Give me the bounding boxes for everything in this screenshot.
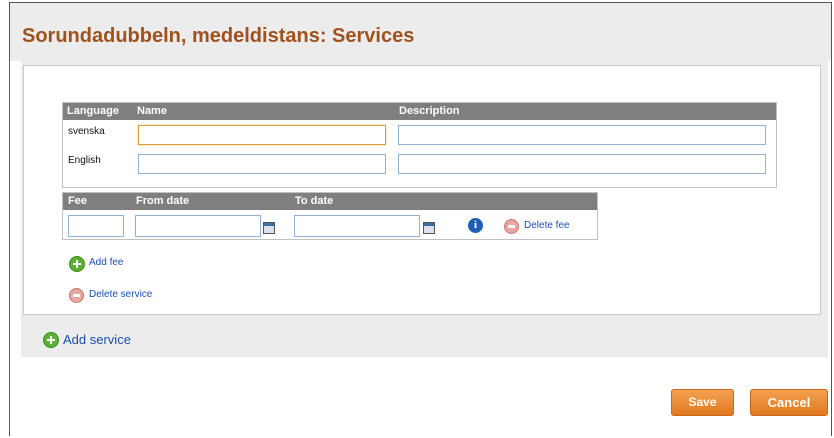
service-language-table: Language Name Description svenska Englis…	[62, 102, 777, 188]
page-title: Sorundadubbeln, medeldistans: Services	[22, 25, 415, 47]
add-fee-link[interactable]: Add fee	[89, 257, 123, 268]
header-to-date: To date	[295, 195, 334, 207]
header-name: Name	[137, 105, 167, 117]
language-label-english: English	[68, 155, 101, 166]
plus-circle-icon[interactable]	[69, 256, 85, 272]
header-fee: Fee	[68, 195, 87, 207]
header-description: Description	[399, 105, 460, 117]
name-input-english[interactable]	[138, 154, 386, 174]
name-input-svenska[interactable]	[138, 125, 386, 145]
from-date-input[interactable]	[135, 215, 261, 237]
delete-fee-link[interactable]: Delete fee	[524, 220, 570, 231]
minus-circle-icon[interactable]	[504, 219, 519, 234]
info-icon[interactable]: i	[468, 218, 483, 233]
plus-circle-icon[interactable]	[43, 332, 59, 348]
to-date-input[interactable]	[294, 215, 420, 237]
add-service-link[interactable]: Add service	[63, 332, 131, 347]
header-from-date: From date	[136, 195, 190, 207]
calendar-icon[interactable]	[423, 222, 435, 234]
services-panel: Language Name Description svenska Englis…	[21, 61, 828, 357]
cancel-button[interactable]: Cancel	[750, 389, 828, 416]
fee-table: Fee From date To date i Delete fee	[62, 192, 598, 240]
calendar-icon[interactable]	[263, 222, 275, 234]
header-language: Language	[67, 105, 119, 117]
fee-table-header: Fee From date To date	[63, 193, 597, 210]
minus-circle-icon[interactable]	[69, 288, 84, 303]
description-input-svenska[interactable]	[398, 125, 766, 145]
description-input-english[interactable]	[398, 154, 766, 174]
service-container: Language Name Description svenska Englis…	[23, 65, 821, 315]
dialog-frame: Sorundadubbeln, medeldistans: Services L…	[9, 2, 832, 436]
service-table-header: Language Name Description	[63, 103, 776, 120]
delete-service-link[interactable]: Delete service	[89, 289, 152, 300]
language-label-svenska: svenska	[68, 126, 105, 137]
title-bar: Sorundadubbeln, medeldistans: Services	[10, 3, 831, 61]
save-button[interactable]: Save	[671, 389, 734, 416]
fee-input[interactable]	[68, 215, 124, 237]
